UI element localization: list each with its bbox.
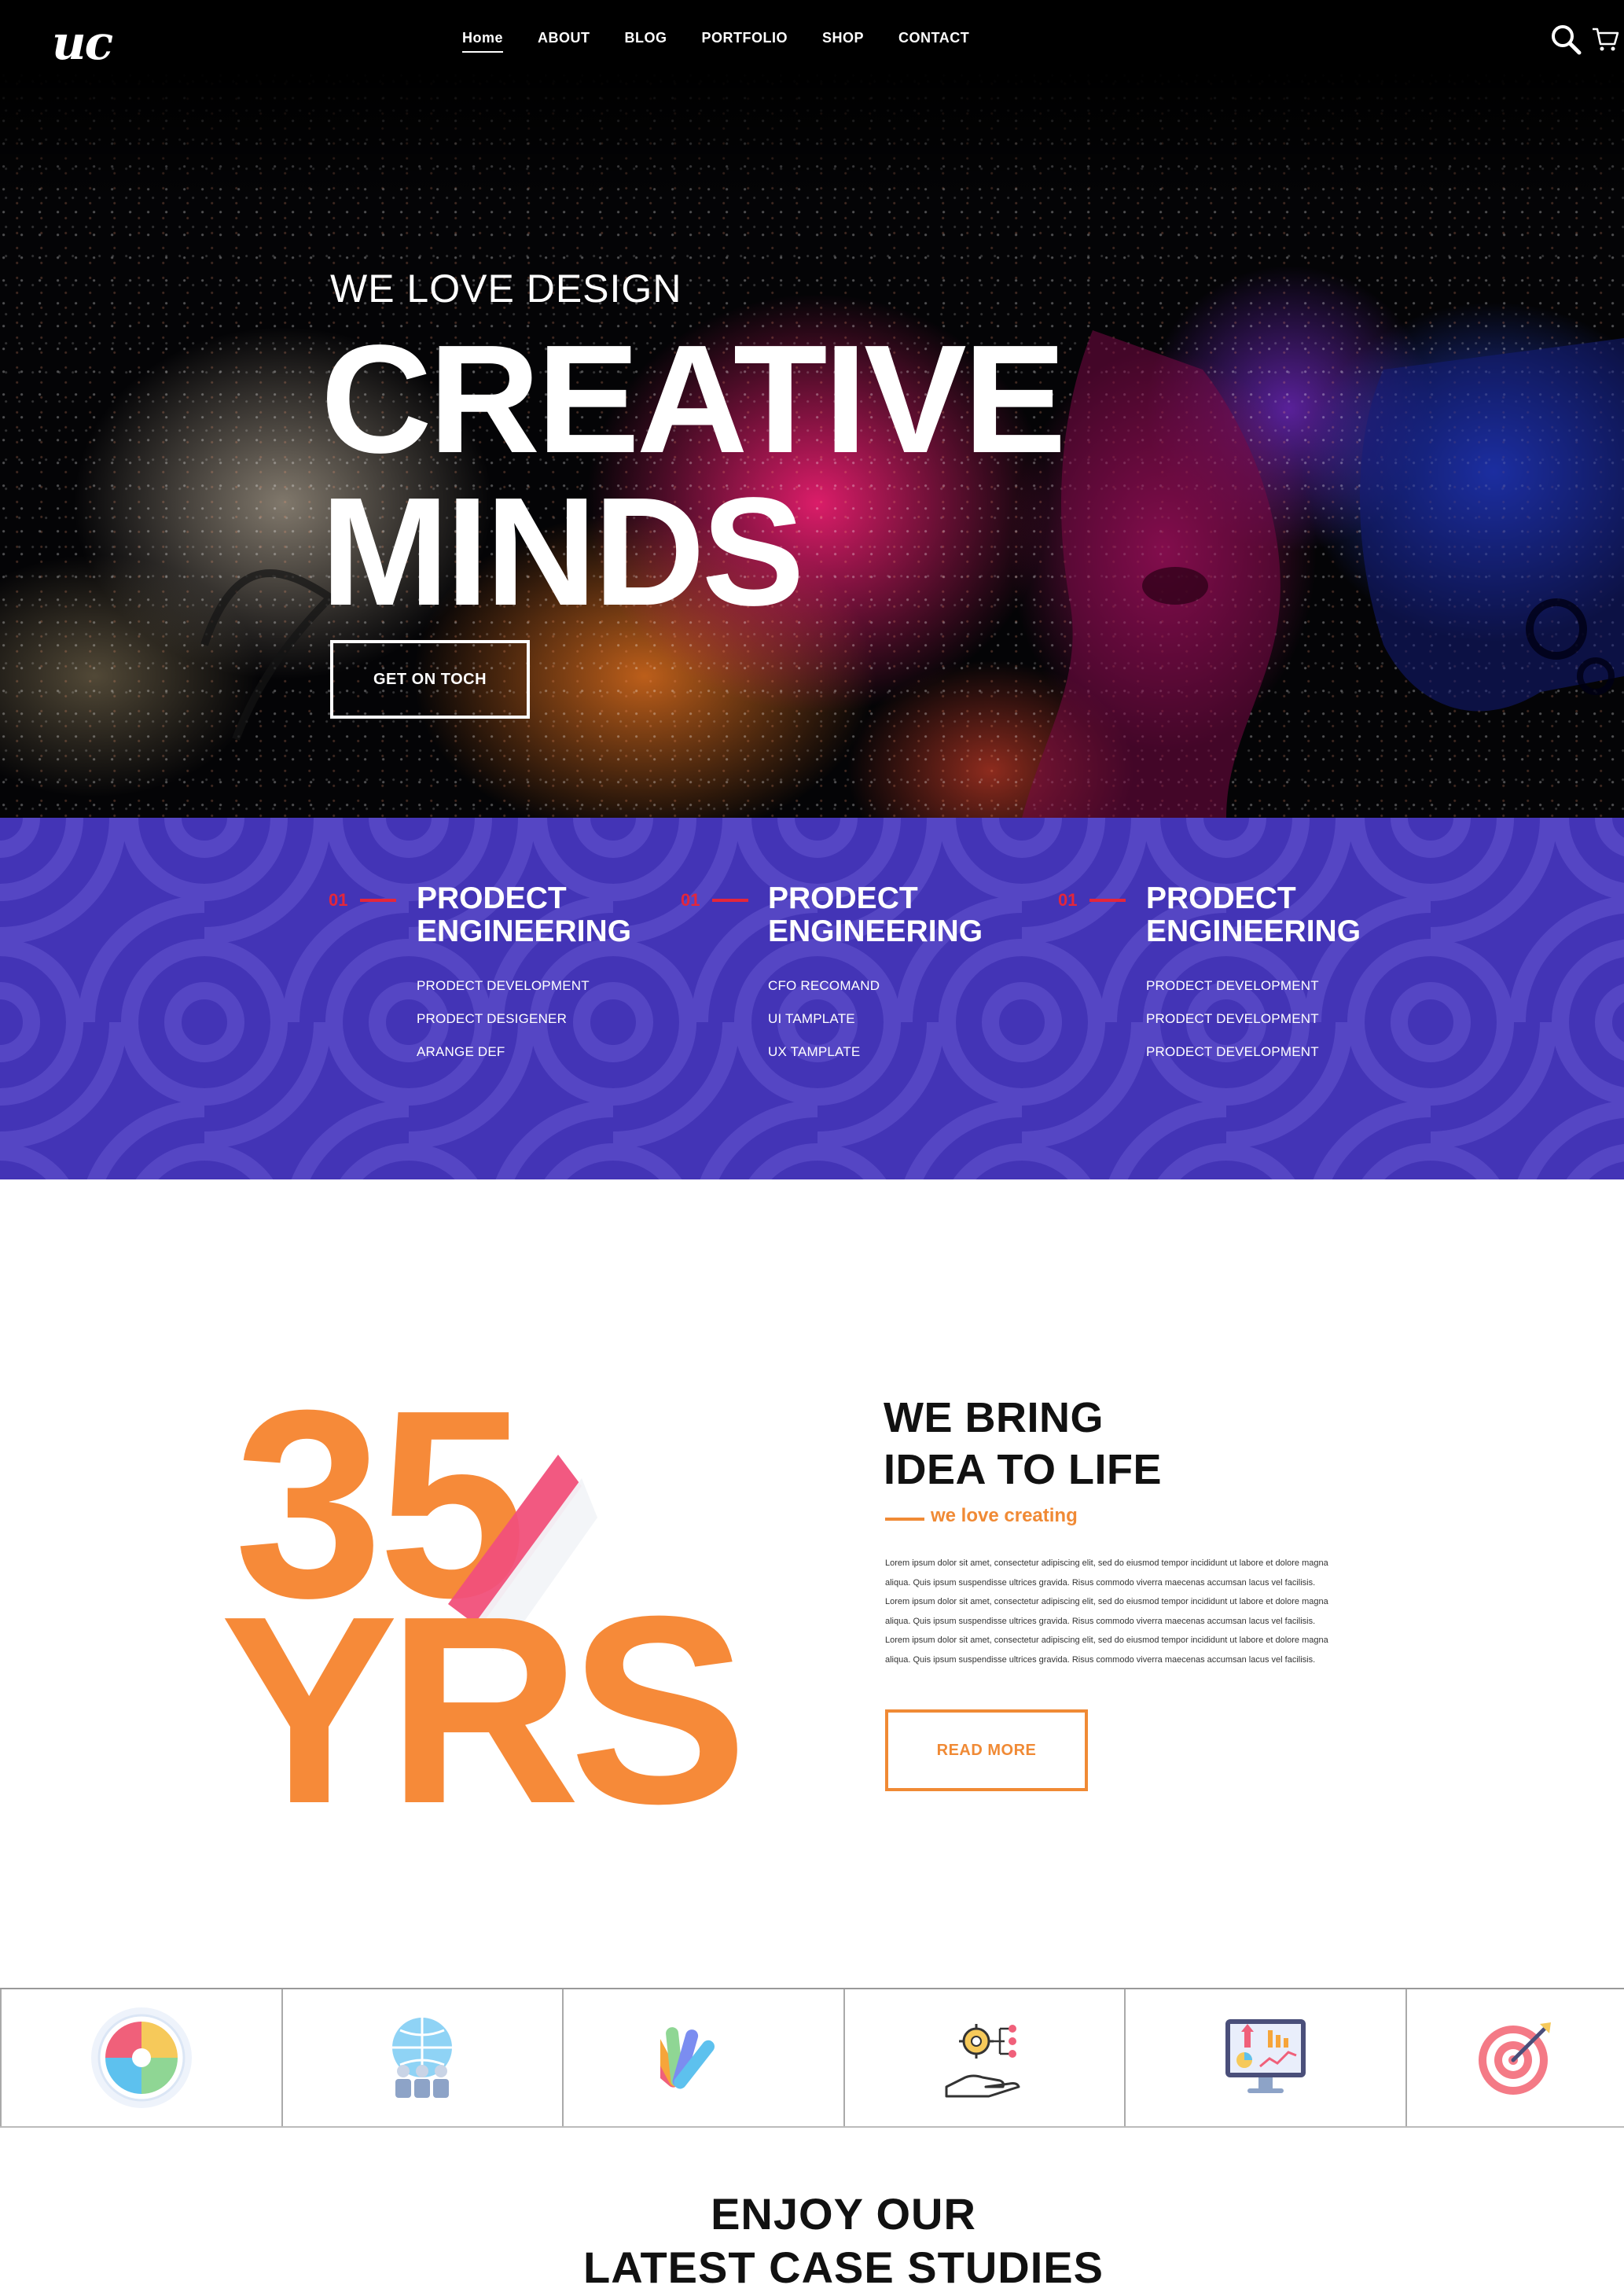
- services-band: [0, 818, 1624, 1179]
- case-studies-heading-line2: LATEST CASE STUDIES: [582, 2243, 1104, 2292]
- service-link[interactable]: PRODECT DEVELOPMENT: [1146, 1044, 1319, 1060]
- service-title-line1: PRODECT: [768, 881, 918, 915]
- color-palette-icon: [660, 2027, 715, 2089]
- service-link[interactable]: PRODECT DESIGENER: [417, 1011, 567, 1027]
- search-icon[interactable]: [1550, 24, 1582, 55]
- service-number: 01: [1058, 890, 1078, 910]
- service-number: 01: [681, 890, 700, 910]
- service-number: 01: [329, 890, 348, 910]
- service-dash: [1089, 899, 1126, 902]
- read-more-button[interactable]: READ MORE: [885, 1709, 1088, 1791]
- service-dash: [360, 899, 396, 902]
- target-icon: [1478, 2022, 1551, 2095]
- feature-icon-strip: [0, 1988, 1624, 2128]
- site-logo[interactable]: uc: [52, 16, 113, 71]
- nav-portfolio[interactable]: PORTFOLIO: [702, 30, 788, 53]
- service-title-line2: ENGINEERING: [1146, 914, 1361, 948]
- main-nav: Home ABOUT BLOG PORTFOLIO SHOP CONTACT: [462, 30, 1004, 53]
- gear-hand-icon: [945, 2024, 1020, 2098]
- feature-cell-3[interactable]: [562, 1989, 843, 2126]
- feature-cell-4[interactable]: [843, 1989, 1125, 2126]
- about-heading-line1: WE BRING: [884, 1394, 1104, 1441]
- service-title-line2: ENGINEERING: [768, 914, 983, 948]
- hero-title-line1: CREATIVE: [321, 313, 1066, 485]
- feature-cell-6[interactable]: [1405, 1989, 1624, 2126]
- service-link[interactable]: PRODECT DEVELOPMENT: [1146, 978, 1319, 994]
- hero-subtitle: WE LOVE DESIGN: [330, 267, 682, 311]
- about-heading-line2: IDEA TO LIFE: [884, 1446, 1163, 1493]
- about-paragraph: Lorem ipsum dolor sit amet, consectetur …: [885, 1558, 1328, 1665]
- service-link[interactable]: ARANGE DEF: [417, 1044, 505, 1060]
- feature-cell-1[interactable]: [0, 1989, 281, 2126]
- feature-cell-5[interactable]: [1124, 1989, 1405, 2126]
- case-studies-heading-line1: ENJOY OUR: [711, 2189, 976, 2239]
- 35-years-graphic: 35 YRS: [220, 1368, 751, 1808]
- hero-title-line2: MINDS: [321, 465, 805, 638]
- service-title-line1: PRODECT: [1146, 881, 1296, 915]
- service-link[interactable]: UI TAMPLATE: [768, 1011, 855, 1027]
- service-title-line2: ENGINEERING: [417, 914, 632, 948]
- service-link[interactable]: PRODECT DEVELOPMENT: [1146, 1011, 1319, 1027]
- feature-cell-2[interactable]: [281, 1989, 563, 2126]
- service-dash: [712, 899, 748, 902]
- service-link[interactable]: CFO RECOMAND: [768, 978, 880, 994]
- tagline-dash: [885, 1518, 924, 1521]
- analytics-monitor-icon: [1225, 2019, 1306, 2093]
- nav-about[interactable]: ABOUT: [538, 30, 590, 53]
- nav-home[interactable]: Home: [462, 30, 504, 53]
- puzzle-icon: [90, 2007, 192, 2108]
- service-link[interactable]: UX TAMPLATE: [768, 1044, 860, 1060]
- band-pattern: [0, 818, 1624, 1179]
- get-in-touch-button[interactable]: GET ON TOCH: [330, 640, 530, 719]
- nav-blog[interactable]: BLOG: [625, 30, 667, 53]
- service-title-line1: PRODECT: [417, 881, 567, 915]
- nav-shop[interactable]: SHOP: [822, 30, 864, 53]
- global-team-icon: [392, 2018, 453, 2098]
- service-link[interactable]: PRODECT DEVELOPMENT: [417, 978, 590, 994]
- hero-section: uc Home ABOUT BLOG PORTFOLIO SHOP CONTAC…: [0, 0, 1624, 818]
- nav-contact[interactable]: CONTACT: [898, 30, 969, 53]
- cart-icon[interactable]: [1591, 25, 1619, 53]
- about-tagline: we love creating: [931, 1505, 1078, 1526]
